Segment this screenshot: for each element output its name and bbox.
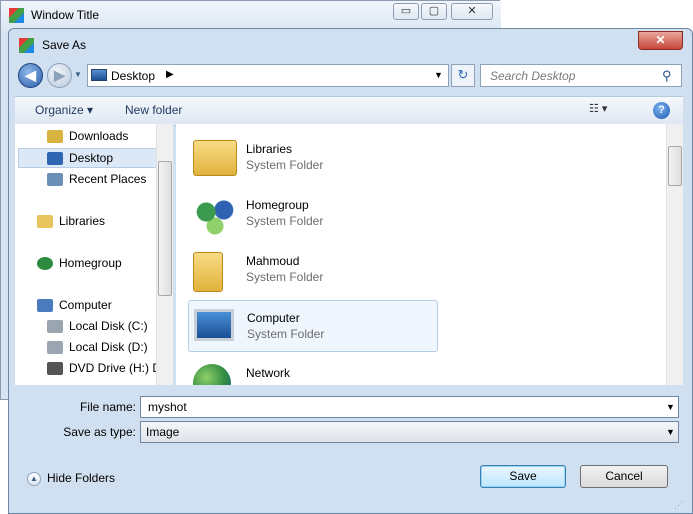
save-type-dropdown-icon[interactable]: ▼ bbox=[666, 427, 675, 437]
sidebar-item-local-disk-d[interactable]: Local Disk (D:) bbox=[47, 337, 148, 357]
search-box[interactable]: ⚲ bbox=[480, 64, 682, 87]
file-type: System Folder bbox=[247, 327, 325, 341]
save-type-label: Save as type: bbox=[63, 425, 136, 439]
network-icon bbox=[193, 364, 231, 385]
help-button[interactable]: ? bbox=[653, 102, 670, 119]
desktop-icon bbox=[91, 69, 107, 81]
sidebar-item-homegroup[interactable]: Homegroup bbox=[37, 253, 122, 273]
dialog-close-button[interactable]: ✕ bbox=[638, 31, 683, 50]
search-icon[interactable]: ⚲ bbox=[662, 68, 672, 84]
file-list-scroll-thumb[interactable] bbox=[668, 146, 682, 186]
address-separator-icon[interactable]: ▶ bbox=[166, 69, 174, 80]
sidebar-item-label: Computer bbox=[59, 298, 112, 312]
file-item-mahmoud[interactable]: Mahmoud System Folder bbox=[188, 244, 438, 296]
file-item-libraries[interactable]: Libraries System Folder bbox=[188, 132, 438, 184]
sidebar-item-label: Recent Places bbox=[69, 172, 147, 186]
background-titlebar: Window Title ▭ ▢ ✕ bbox=[1, 1, 501, 31]
computer-icon bbox=[194, 309, 234, 341]
forward-button[interactable]: ▶ bbox=[47, 63, 72, 88]
collapse-up-icon: ▲ bbox=[27, 471, 41, 486]
file-name: Network bbox=[246, 366, 291, 380]
address-dropdown-icon[interactable]: ▼ bbox=[434, 70, 443, 80]
file-name: Mahmoud bbox=[246, 254, 300, 268]
resize-grip-icon[interactable]: ⋰ bbox=[674, 500, 683, 511]
dvd-drive-icon bbox=[47, 362, 63, 376]
hide-folders-label: Hide Folders bbox=[47, 471, 116, 485]
navigation-pane: Downloads Desktop Recent Places Librarie… bbox=[15, 124, 173, 385]
file-type: System Folder bbox=[246, 158, 324, 172]
sidebar-item-label: Homegroup bbox=[59, 256, 122, 270]
change-view-button[interactable]: ☷ ▾ bbox=[589, 102, 623, 118]
file-name: Libraries bbox=[246, 142, 293, 156]
homegroup-icon bbox=[193, 196, 237, 236]
search-input[interactable] bbox=[488, 68, 662, 84]
dialog-title: Save As bbox=[42, 38, 87, 52]
sidebar-item-computer[interactable]: Computer bbox=[37, 295, 112, 315]
sidebar-scroll-thumb[interactable] bbox=[158, 161, 172, 296]
file-name: Homegroup bbox=[246, 198, 309, 212]
hard-disk-c-icon bbox=[47, 320, 63, 334]
sidebar-item-local-disk-c[interactable]: Local Disk (C:) bbox=[47, 316, 148, 336]
new-folder-button[interactable]: New folder bbox=[125, 103, 182, 117]
libraries-icon bbox=[37, 215, 53, 229]
sidebar-item-dvd-drive[interactable]: DVD Drive (H:) D bbox=[47, 358, 161, 378]
sidebar-item-desktop[interactable]: Desktop bbox=[47, 148, 113, 168]
back-button[interactable]: ◀ bbox=[18, 63, 43, 88]
sidebar-item-recent-places[interactable]: Recent Places bbox=[47, 169, 146, 189]
computer-icon bbox=[37, 299, 53, 313]
organize-menu-button[interactable]: Organize ▾ bbox=[35, 103, 93, 117]
file-name-input[interactable] bbox=[146, 399, 660, 415]
file-type: System Folder bbox=[246, 214, 324, 228]
sidebar-item-label: Libraries bbox=[59, 214, 106, 228]
sidebar-item-label: Local Disk (D:) bbox=[69, 340, 148, 354]
recent-pages-dropdown[interactable]: ▼ bbox=[74, 70, 82, 79]
address-bar[interactable]: Desktop ▶ ▼ bbox=[87, 64, 449, 87]
save-type-value: Image bbox=[146, 425, 180, 439]
desktop-icon bbox=[47, 152, 63, 166]
command-toolbar: Organize ▾ New folder ☷ ▾ ? bbox=[15, 96, 683, 126]
file-name: Computer bbox=[247, 311, 300, 325]
file-name-dropdown-icon[interactable]: ▼ bbox=[666, 402, 675, 412]
cancel-button[interactable]: Cancel bbox=[580, 465, 668, 488]
address-location[interactable]: Desktop bbox=[111, 69, 155, 83]
sidebar-item-label: Downloads bbox=[69, 129, 129, 143]
file-name-label: File name: bbox=[79, 400, 136, 414]
app-logo-icon bbox=[9, 8, 24, 23]
file-item-network[interactable]: Network bbox=[188, 356, 438, 385]
sidebar-item-libraries[interactable]: Libraries bbox=[37, 211, 105, 231]
sidebar-item-label: DVD Drive (H:) D bbox=[69, 361, 161, 375]
libraries-folder-icon bbox=[193, 140, 237, 176]
file-name-combobox[interactable]: ▼ bbox=[140, 396, 679, 418]
hide-folders-button[interactable]: ▲ Hide Folders bbox=[27, 471, 115, 486]
sidebar-item-label: Local Disk (C:) bbox=[69, 319, 148, 333]
dialog-logo-icon bbox=[19, 38, 34, 53]
sidebar-item-downloads[interactable]: Downloads bbox=[47, 126, 128, 146]
downloads-folder-icon bbox=[47, 130, 63, 144]
background-close-button[interactable]: ✕ bbox=[451, 3, 493, 20]
sidebar-scrollbar[interactable] bbox=[156, 124, 173, 385]
hard-disk-d-icon bbox=[47, 341, 63, 355]
save-button[interactable]: Save bbox=[480, 465, 566, 488]
homegroup-icon bbox=[37, 257, 53, 271]
recent-places-icon bbox=[47, 173, 63, 187]
maximize-button[interactable]: ▢ bbox=[421, 3, 447, 20]
refresh-button[interactable]: ↻ bbox=[451, 64, 475, 87]
file-list-scrollbar[interactable] bbox=[666, 124, 683, 385]
file-type: System Folder bbox=[246, 270, 324, 284]
user-folder-icon bbox=[193, 252, 223, 292]
file-item-homegroup[interactable]: Homegroup System Folder bbox=[188, 188, 438, 240]
sidebar-item-label: Desktop bbox=[69, 151, 114, 165]
file-item-computer[interactable]: Computer System Folder bbox=[188, 300, 438, 352]
background-window-title: Window Title bbox=[31, 8, 100, 22]
save-type-select[interactable]: Image ▼ bbox=[140, 421, 679, 443]
file-list-pane: Libraries System Folder Homegroup System… bbox=[176, 124, 683, 385]
minimize-button[interactable]: ▭ bbox=[393, 3, 419, 20]
